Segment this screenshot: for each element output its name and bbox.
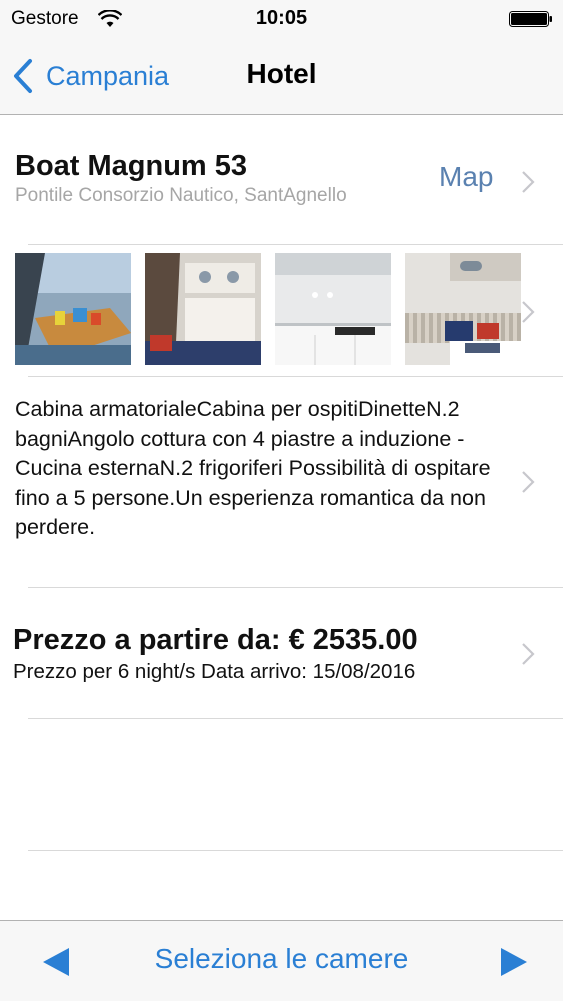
chevron-right-icon	[522, 643, 535, 665]
hotel-address: Pontile Consorzio Nautico, SantAgnello	[15, 185, 347, 206]
status-bar: Gestore 10:05	[0, 0, 563, 38]
photo-thumbnail[interactable]	[275, 253, 391, 365]
boat-deck-photo	[15, 253, 131, 365]
photo-thumbnail[interactable]	[145, 253, 261, 365]
chevron-right-icon	[522, 301, 535, 323]
price-subtitle: Prezzo per 6 night/s Data arrivo: 15/08/…	[13, 660, 416, 683]
boat-cabin-photo	[145, 253, 261, 365]
chevron-right-icon	[522, 471, 535, 493]
chevron-right-icon	[522, 171, 535, 193]
navigation-bar: Campania Hotel	[0, 38, 563, 115]
hotel-name: Boat Magnum 53	[15, 150, 248, 182]
row-separator	[28, 587, 563, 588]
bottom-toolbar: Seleziona le camere	[0, 920, 563, 1001]
battery-icon	[509, 11, 552, 27]
photo-thumbnail[interactable]	[405, 253, 521, 365]
row-separator	[28, 718, 563, 719]
photo-gallery[interactable]	[0, 245, 563, 375]
row-separator	[28, 376, 563, 377]
page-title: Hotel	[246, 58, 317, 89]
photo-thumbnail[interactable]	[15, 253, 131, 365]
boat-kitchen-photo	[275, 253, 391, 365]
next-arrow-icon[interactable]	[498, 946, 530, 978]
status-time: 10:05	[255, 7, 308, 29]
price-title: Prezzo a partire da: € 2535.00	[13, 624, 418, 656]
map-link[interactable]: Map	[439, 161, 493, 193]
hotel-description: Cabina armatorialeCabina per ospitiDinet…	[15, 397, 491, 539]
hotel-header-row[interactable]: Boat Magnum 53 Pontile Consorzio Nautico…	[0, 114, 563, 244]
boat-dinette-photo	[405, 253, 521, 365]
row-separator	[28, 850, 563, 851]
select-rooms-button[interactable]: Seleziona le camere	[0, 943, 563, 975]
